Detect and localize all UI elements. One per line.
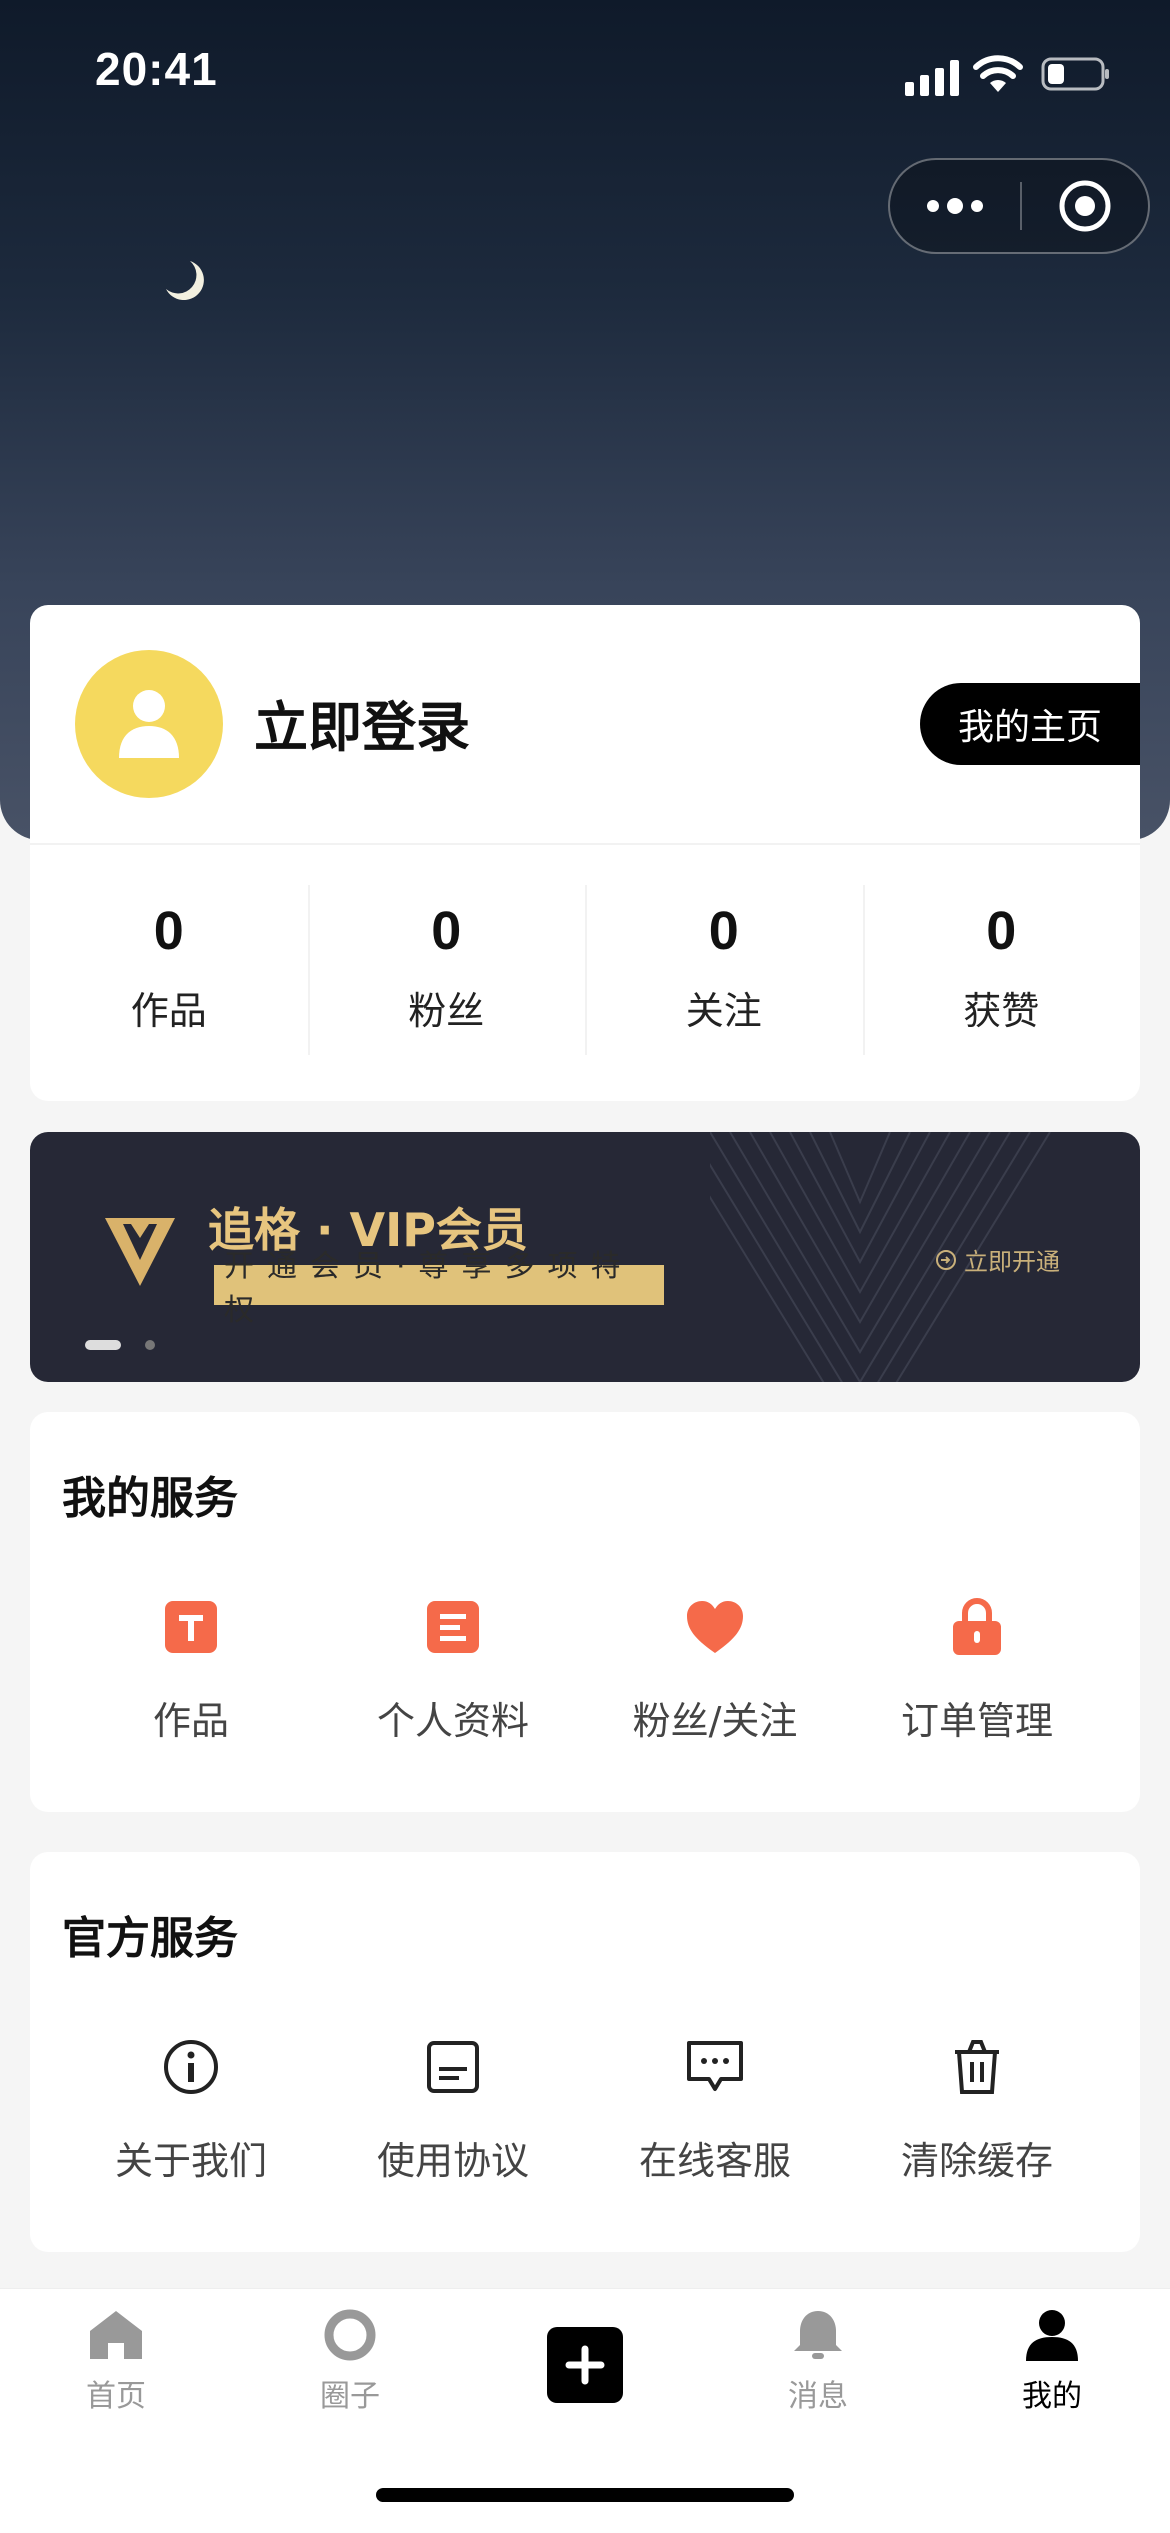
divider: [30, 843, 1140, 845]
user-avatar-icon: [119, 690, 179, 758]
info-icon: [164, 2040, 218, 2094]
target-icon: [1059, 180, 1111, 232]
service-label: 订单管理: [900, 1699, 1053, 1743]
status-bar: 20:41: [0, 0, 1170, 150]
stat-following[interactable]: 0 关注: [585, 855, 863, 1075]
service-label: 使用协议: [376, 2139, 529, 2183]
service-label: 个人资料: [376, 1699, 529, 1743]
status-time: 20:41: [95, 43, 218, 95]
profile-card: 立即登录 我的主页 0 作品 0 粉丝 0 关注 0 获赞: [30, 605, 1140, 1101]
service-online-support[interactable]: 在线客服: [584, 2032, 846, 2185]
service-label: 清除缓存: [900, 2139, 1053, 2183]
text-t-icon: [165, 1601, 217, 1653]
avatar[interactable]: [75, 650, 223, 798]
stat-value: 0: [708, 901, 739, 961]
stat-likes[interactable]: 0 获赞: [862, 855, 1141, 1075]
section-title: 官方服务: [62, 1913, 238, 1964]
vip-logo-icon: [105, 1218, 175, 1286]
section-title: 我的服务: [62, 1473, 238, 1524]
service-profile[interactable]: 个人资料: [322, 1592, 584, 1745]
login-link[interactable]: 立即登录: [254, 683, 470, 762]
tab-mine[interactable]: 我的: [972, 2309, 1132, 2415]
circle-icon: [324, 2309, 376, 2361]
tab-label: 消息: [788, 2379, 848, 2414]
heart-icon: [687, 1601, 743, 1653]
moon-icon: [166, 261, 204, 301]
tab-label: 圈子: [320, 2379, 380, 2414]
user-icon: [1026, 2310, 1078, 2361]
home-indicator: [376, 2488, 794, 2502]
service-label: 在线客服: [638, 2139, 791, 2183]
close-miniprogram-button[interactable]: [1022, 160, 1148, 252]
vip-subtitle: 开通会员·尊享多项特权: [214, 1249, 664, 1328]
wifi-icon: [973, 55, 1023, 92]
stat-fans[interactable]: 0 粉丝: [307, 855, 586, 1075]
trash-icon: [955, 2040, 999, 2094]
service-about-us[interactable]: 关于我们: [60, 2032, 322, 2185]
official-grid: 关于我们 使用协议 在线客服 清除缓存: [30, 2032, 1140, 2185]
my-services-card: 我的服务 作品 个人资料 粉丝/关注 订单管理: [30, 1412, 1140, 1812]
vip-banner[interactable]: 追格 · VIP会员 开通会员·尊享多项特权 立即开通: [30, 1132, 1140, 1382]
stat-value: 0: [986, 901, 1017, 961]
stat-value: 0: [431, 901, 462, 961]
stat-label: 关注: [685, 989, 762, 1033]
vip-open-label: 立即开通: [964, 1248, 1060, 1276]
more-dots-icon: [927, 198, 983, 214]
service-label: 作品: [152, 1699, 229, 1743]
tab-label: 我的: [1022, 2379, 1082, 2414]
my-homepage-button[interactable]: 我的主页: [920, 683, 1140, 765]
official-services-card: 官方服务 关于我们 使用协议 在线客服 清除缓存: [30, 1852, 1140, 2252]
service-agreement[interactable]: 使用协议: [322, 2032, 584, 2185]
home-icon: [90, 2311, 142, 2359]
enter-icon: [936, 1249, 956, 1270]
tab-messages[interactable]: 消息: [738, 2309, 898, 2415]
service-label: 关于我们: [114, 2139, 267, 2183]
vip-open-link[interactable]: 立即开通: [934, 1242, 1060, 1277]
services-grid: 作品 个人资料 粉丝/关注 订单管理: [30, 1592, 1140, 1745]
service-fans-follow[interactable]: 粉丝/关注: [584, 1592, 846, 1745]
stat-works[interactable]: 0 作品: [30, 855, 308, 1075]
signal-icon: [905, 60, 959, 96]
battery-icon: [1041, 57, 1109, 91]
mini-program-capsule: [888, 158, 1150, 254]
lock-icon: [953, 1598, 1001, 1655]
tab-circle[interactable]: 圈子: [270, 2309, 430, 2415]
stat-value: 0: [153, 901, 184, 961]
service-orders[interactable]: 订单管理: [846, 1592, 1108, 1745]
carousel-dot-active[interactable]: [85, 1340, 121, 1350]
plus-icon: [565, 2345, 605, 2385]
service-works[interactable]: 作品: [60, 1592, 322, 1745]
stat-label: 作品: [130, 989, 207, 1033]
carousel-dot[interactable]: [145, 1340, 155, 1350]
stats-row: 0 作品 0 粉丝 0 关注 0 获赞: [30, 855, 1140, 1075]
stat-label: 获赞: [963, 989, 1040, 1033]
document-icon: [427, 1601, 479, 1653]
create-post-button[interactable]: [547, 2327, 623, 2403]
stat-label: 粉丝: [408, 989, 485, 1033]
service-label: 粉丝/关注: [632, 1699, 798, 1743]
service-clear-cache[interactable]: 清除缓存: [846, 2032, 1108, 2185]
bell-icon: [794, 2311, 842, 2359]
chat-icon: [687, 2041, 743, 2091]
tab-label: 首页: [86, 2379, 146, 2414]
agreement-icon: [427, 2041, 479, 2093]
tab-home[interactable]: 首页: [36, 2309, 196, 2415]
more-button[interactable]: [890, 160, 1020, 252]
